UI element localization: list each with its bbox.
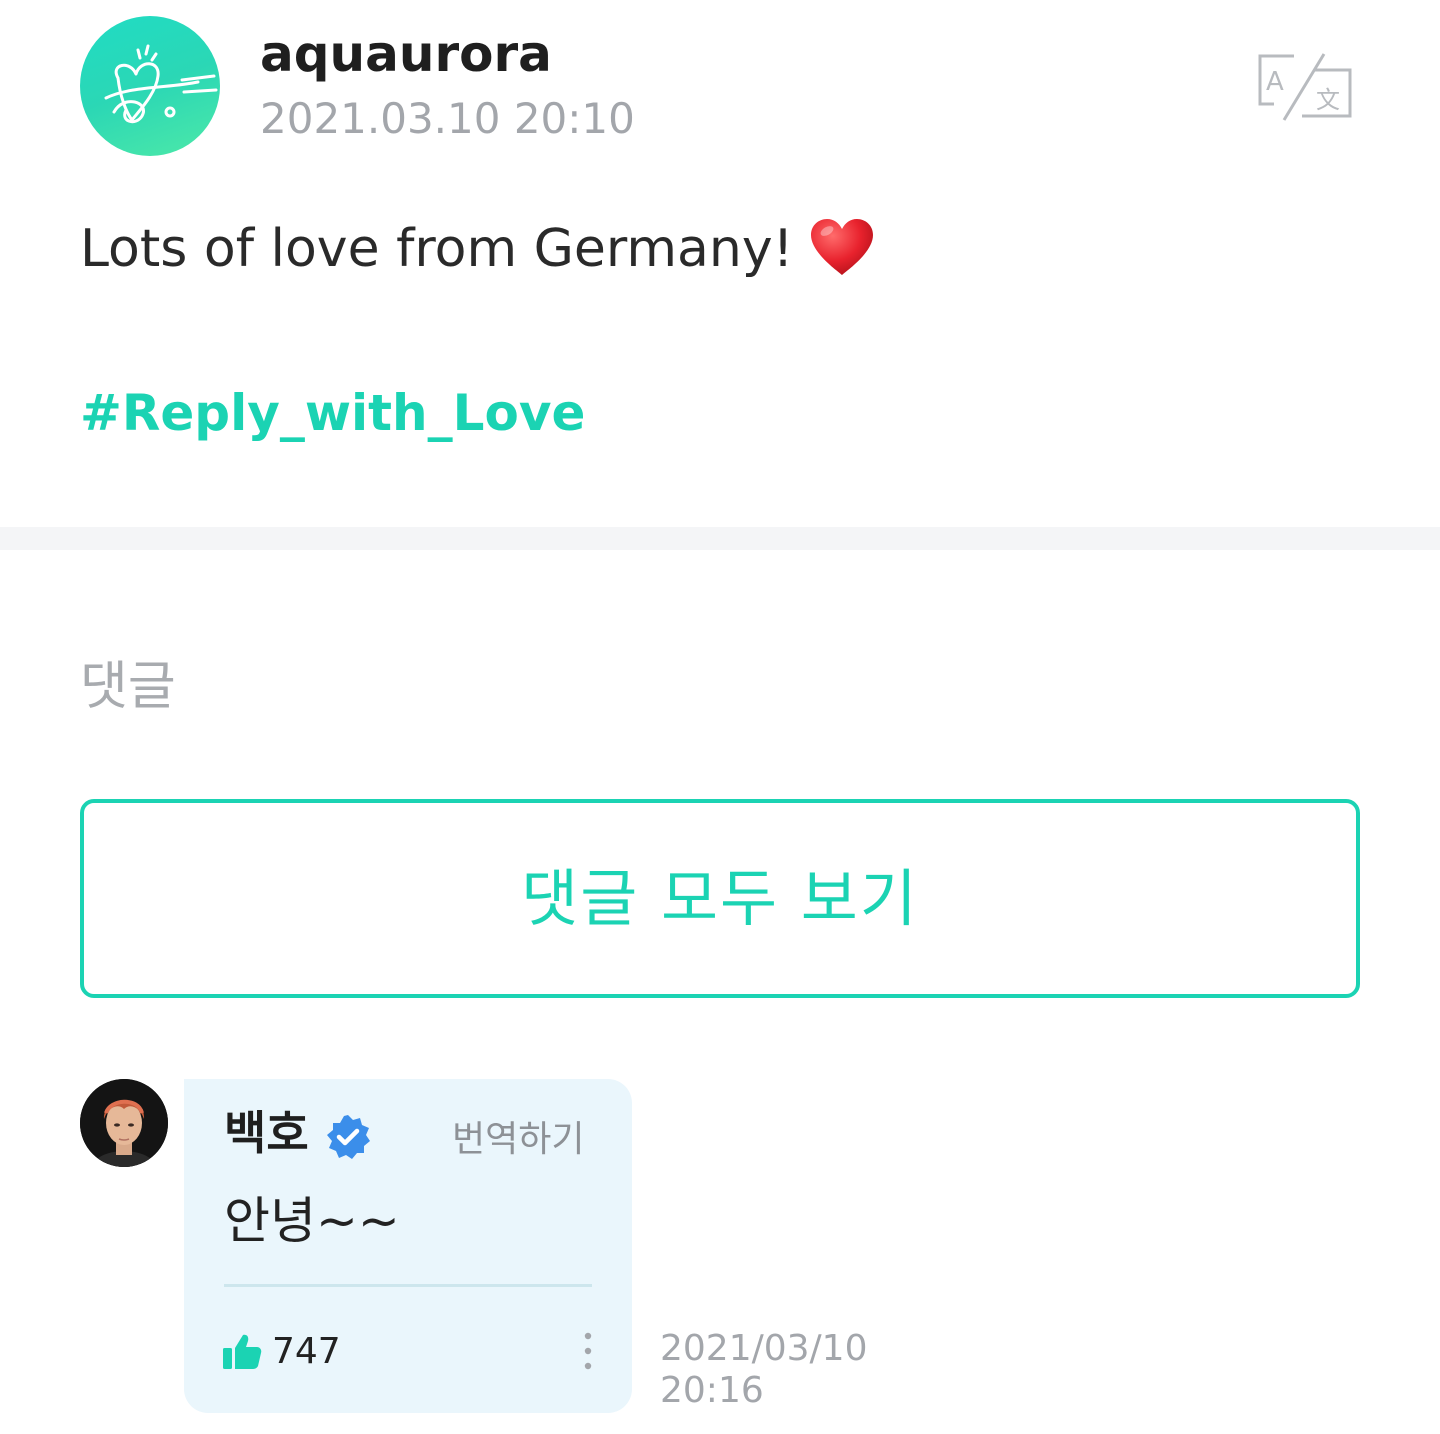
verified-badge-icon	[324, 1113, 372, 1161]
post-text: Lots of love from Germany!	[80, 214, 875, 284]
comments-heading: 댓글	[80, 657, 176, 717]
translate-icon[interactable]: A 文	[1254, 52, 1354, 122]
post-date: 2021.03.10 20:10	[260, 94, 635, 143]
reply-translate-button[interactable]: 번역하기	[452, 1117, 584, 1163]
reply-text: 안녕~~	[224, 1192, 400, 1250]
reply-divider	[224, 1284, 592, 1287]
red-heart-icon	[809, 217, 875, 277]
author-avatar[interactable]	[80, 16, 220, 156]
thumbs-up-icon[interactable]	[222, 1333, 262, 1371]
reply-author-name[interactable]: 백호	[224, 1105, 309, 1161]
reply-date: 2021/03/10	[660, 1328, 868, 1369]
like-count: 747	[272, 1331, 341, 1372]
reply-timestamp: 2021/03/10 20:16	[660, 1328, 868, 1412]
svg-text:文: 文	[1316, 86, 1340, 114]
reply-time: 20:16	[660, 1370, 764, 1411]
section-divider	[0, 527, 1440, 550]
post-message: Lots of love from Germany!	[80, 219, 794, 279]
view-all-comments-label: 댓글 모두 보기	[521, 861, 919, 935]
svg-text:A: A	[1266, 67, 1284, 97]
more-options-icon[interactable]	[576, 1331, 600, 1371]
author-name[interactable]: aquaurora	[260, 24, 552, 84]
artist-reply-bubble: 백호 번역하기 안녕~~ 747	[184, 1079, 632, 1413]
hashtag-link[interactable]: #Reply_with_Love	[80, 380, 585, 446]
view-all-comments-button[interactable]: 댓글 모두 보기	[80, 799, 1360, 998]
artist-avatar[interactable]	[80, 1079, 168, 1167]
